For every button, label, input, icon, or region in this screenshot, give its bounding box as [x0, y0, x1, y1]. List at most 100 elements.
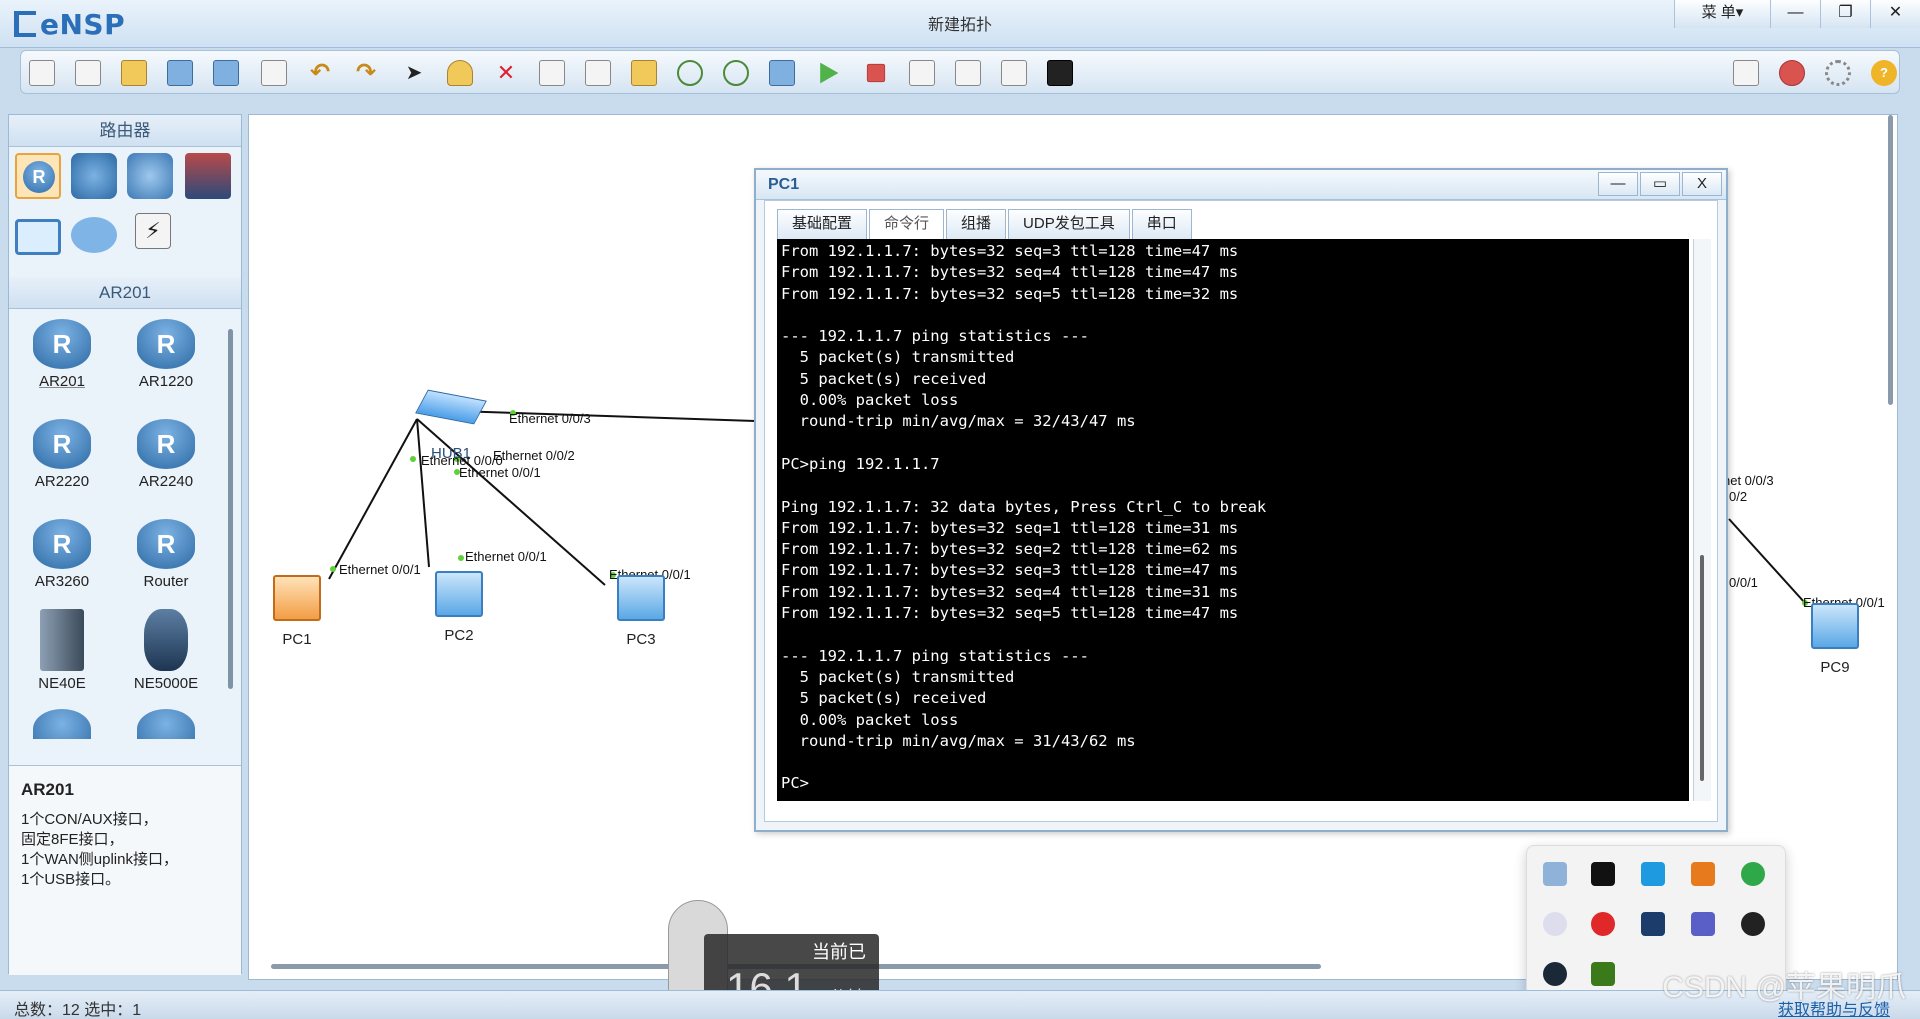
port-dot — [410, 456, 416, 462]
category-grid: R ⚡ — [9, 147, 241, 277]
palette-icon[interactable] — [631, 60, 657, 86]
topology-icon[interactable] — [955, 60, 981, 86]
device-ne5000e[interactable]: NE5000E — [121, 609, 211, 692]
help-icon[interactable]: ? — [1871, 60, 1897, 86]
device-list-scrollbar[interactable] — [228, 329, 233, 689]
pc-category-icon[interactable] — [15, 219, 61, 255]
app-tray-icon[interactable] — [1591, 862, 1615, 886]
new-example-icon[interactable] — [75, 60, 101, 86]
terminal-scrollbar[interactable] — [1693, 239, 1711, 801]
device-ar201[interactable]: R AR201 — [17, 319, 107, 390]
text-comment-icon[interactable] — [585, 60, 611, 86]
dialog-title-bar[interactable]: PC1 — ▭ X — [756, 170, 1726, 200]
canvas-vertical-scrollbar[interactable] — [1888, 115, 1893, 405]
dialog-minimize-button[interactable]: — — [1598, 172, 1638, 196]
dialog-tabs: 基础配置 命令行 组播 UDP发包工具 串口 — [777, 209, 1194, 239]
delete-icon[interactable]: ✕ — [493, 60, 519, 86]
chat-icon[interactable] — [1733, 60, 1759, 86]
switch-icon — [33, 709, 91, 739]
command-terminal[interactable]: From 192.1.1.7: bytes=32 seq=3 ttl=128 t… — [777, 239, 1689, 801]
undo-icon[interactable]: ↶ — [307, 60, 333, 86]
device-panel: 路由器 R ⚡ AR201 R AR201 R AR1220 R AR2220 R AR… — [8, 114, 242, 975]
delete-link-icon[interactable] — [539, 60, 565, 86]
app-tray-icon[interactable] — [1641, 912, 1665, 936]
app-tray-icon[interactable] — [1543, 862, 1567, 886]
pc3-node[interactable]: PC3 — [613, 575, 669, 648]
device-router[interactable]: R Router — [121, 519, 211, 590]
menu-button[interactable]: 菜 单▾ — [1674, 0, 1770, 28]
chassis-icon — [40, 609, 84, 671]
zoom-in-icon[interactable] — [677, 60, 703, 86]
firewall-category-icon[interactable] — [185, 153, 231, 199]
dialog-title: PC1 — [768, 176, 800, 193]
device-info-title: AR201 — [21, 780, 74, 799]
cloud-category-icon[interactable] — [71, 217, 117, 253]
tab-basic-config[interactable]: 基础配置 — [777, 209, 868, 239]
link-hub-pc2[interactable] — [416, 418, 430, 568]
port-dot — [330, 566, 336, 572]
app-tray-icon[interactable] — [1741, 912, 1765, 936]
device-ne40e[interactable]: NE40E — [17, 609, 107, 692]
save-icon[interactable] — [167, 60, 193, 86]
router-icon: R — [33, 319, 91, 369]
settings-gear-icon[interactable] — [1825, 60, 1851, 86]
link-right-pc9[interactable] — [1728, 518, 1806, 604]
tab-serial[interactable]: 串口 — [1131, 209, 1192, 239]
minimize-button[interactable]: — — [1770, 0, 1820, 28]
switch-category-icon[interactable] — [71, 153, 117, 199]
terminal-icon[interactable] — [1047, 60, 1073, 86]
device-more-2[interactable] — [121, 709, 211, 739]
link-hub-pc1[interactable] — [328, 418, 418, 580]
port-label: Ethernet 0/0/3 — [509, 411, 591, 426]
capture-icon[interactable] — [909, 60, 935, 86]
router-category-icon[interactable]: R — [15, 153, 61, 199]
fit-view-icon[interactable] — [769, 60, 795, 86]
device-ar3260[interactable]: R AR3260 — [17, 519, 107, 590]
wireless-category-icon[interactable] — [127, 153, 173, 199]
tab-command-line[interactable]: 命令行 — [869, 209, 945, 239]
device-info-line: 1个WAN侧uplink接口， — [21, 851, 178, 868]
print-icon[interactable] — [261, 60, 287, 86]
switch-icon — [137, 709, 195, 739]
main-toolbar: ↶ ↷ ➤ ✕ ? — [20, 50, 1900, 94]
save-as-icon[interactable] — [213, 60, 239, 86]
pc1-node[interactable]: PC1 — [269, 575, 325, 648]
restore-button[interactable]: ❐ — [1820, 0, 1870, 28]
xbox-tray-icon[interactable] — [1741, 862, 1765, 886]
selection-count: 总数：12 选中：1 — [14, 1002, 142, 1019]
netease-music-tray-icon[interactable] — [1591, 912, 1615, 936]
app-tray-icon[interactable] — [1543, 912, 1567, 936]
stop-device-icon[interactable] — [866, 63, 886, 83]
drag-hand-icon[interactable] — [447, 60, 473, 86]
router-icon: R — [33, 419, 91, 469]
dialog-maximize-button[interactable]: ▭ — [1640, 172, 1680, 196]
open-icon[interactable] — [121, 60, 147, 86]
terminal-scroll-thumb[interactable] — [1700, 555, 1704, 781]
tab-udp-tool[interactable]: UDP发包工具 — [1008, 209, 1130, 239]
huawei-logo-icon[interactable] — [1779, 60, 1805, 86]
pc9-node[interactable]: PC9 — [1807, 603, 1863, 676]
close-button[interactable]: ✕ — [1870, 0, 1920, 28]
new-topology-icon[interactable] — [29, 60, 55, 86]
start-device-icon[interactable] — [820, 62, 839, 84]
teams-tray-icon[interactable] — [1691, 912, 1715, 936]
port-label: Ethernet 0/0/1 — [465, 549, 547, 564]
grid-icon[interactable] — [1001, 60, 1027, 86]
redo-icon[interactable]: ↷ — [353, 60, 379, 86]
nvidia-tray-icon[interactable] — [1591, 962, 1615, 986]
app-tray-icon[interactable] — [1691, 862, 1715, 886]
device-more-1[interactable] — [17, 709, 107, 739]
link-category-icon[interactable]: ⚡ — [135, 213, 171, 249]
app-tray-icon[interactable] — [1641, 862, 1665, 886]
pc2-node[interactable]: PC2 — [431, 571, 487, 644]
tab-multicast[interactable]: 组播 — [946, 209, 1007, 239]
device-ar2240[interactable]: R AR2240 — [121, 419, 211, 490]
steam-tray-icon[interactable] — [1543, 962, 1567, 986]
dialog-close-button[interactable]: X — [1682, 172, 1722, 196]
device-info-line: 固定8FE接口， — [21, 831, 124, 848]
port-label: Ethernet 0/0/2 — [493, 448, 575, 463]
device-ar1220[interactable]: R AR1220 — [121, 319, 211, 390]
device-ar2220[interactable]: R AR2220 — [17, 419, 107, 490]
zoom-reset-icon[interactable] — [723, 60, 749, 86]
select-pointer-icon[interactable]: ➤ — [401, 60, 427, 86]
